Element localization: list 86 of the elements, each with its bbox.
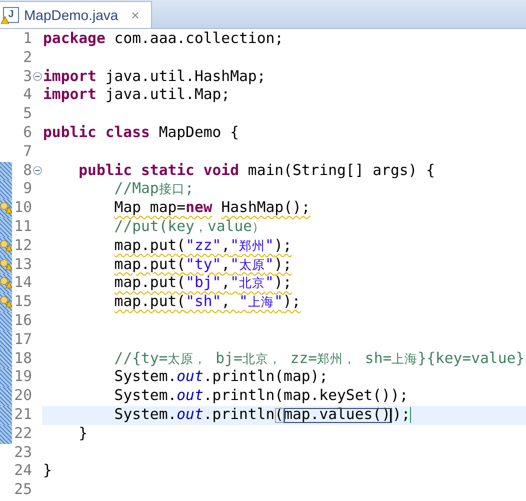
warning-string-text: "bj" [186,276,222,292]
warning-icon [0,296,12,308]
code-text: } [78,426,88,442]
field-text: out [176,389,204,404]
warning-icon [0,258,12,271]
code-text: ); [392,408,410,423]
warning-code-text: , [221,295,232,310]
line-number: 13 [14,258,32,272]
line-number: 10 [14,201,32,216]
line-number: 12 [14,238,32,254]
line-number: 21 [14,408,32,423]
warning-code-text: Map map= [114,201,186,216]
warning-icon [0,202,12,214]
text-cursor [410,407,412,424]
warning-code-text: map.put( [114,295,186,310]
code-text: .println [203,408,275,423]
comment-text: //Map接口; [114,182,194,198]
warning-keyword-text: new [186,201,212,216]
warning-icon [0,240,12,252]
field-text: out [176,370,204,386]
code-text: java.util.Map; [105,88,230,104]
code-text: System. [114,370,177,386]
warning-code-text: HashMap(); [221,201,310,216]
line-number: 25 [14,483,32,498]
warning-code-text: map.put( [114,238,186,254]
warning-string-text: "ty" [186,258,222,272]
line-number: 5 [23,107,32,122]
line-number: 19 [14,370,32,386]
line-number: 7 [23,144,32,160]
keyword-text: import [43,70,96,84]
comment-text: //put(key，value） [114,220,266,235]
line-number: 1 [23,32,32,47]
code-text: System. [114,389,177,404]
keyword-text: import [43,88,96,104]
code-text: System. [114,408,177,423]
warning-code-text: ); [274,276,292,292]
code-text: java.util.HashMap; [105,70,266,84]
warning-string-text: "北京" [230,276,274,292]
line-number: 22 [14,426,32,442]
keyword-text: public static void [78,164,239,178]
warning-code-text: , [221,276,230,292]
bracket-match-highlight: map.values() [284,408,392,423]
line-number: 14 [14,276,32,292]
keyword-text: package [43,32,106,47]
warning-code-text: , [221,258,230,272]
line-number: 23 [14,446,32,460]
line-number: 4 [23,88,32,104]
editor-tab[interactable]: J MapDemo.java × [0,1,152,28]
warning-string-text: "上海" [239,295,283,310]
warning-code-text: ); [282,295,301,310]
warning-string-text: "太原" [230,258,274,272]
code-text: MapDemo { [158,126,240,141]
warning-code-text: , [221,238,230,254]
line-number: 3 [23,70,32,84]
line-number: 2 [23,50,32,66]
tab-title: MapDemo.java [24,6,118,25]
code-text: .println(map.keySet()); [203,389,408,404]
warning-icon [0,277,12,290]
code-text: com.aaa.collection; [114,32,284,47]
line-number: 24 [14,464,32,480]
warning-code-text: map.put( [114,276,186,292]
field-text: out [176,408,204,423]
warning-code-text: ); [274,238,292,254]
line-number: 18 [14,352,32,366]
line-number: 9 [23,182,32,198]
code-text: main(String[] args) { [248,164,435,178]
java-file-warning-icon: J [3,7,19,23]
close-button[interactable]: × [131,4,140,26]
line-number: 8 [23,164,32,178]
comment-text: //{ty=太原， bj=北京， zz=郑州， sh=上海}{key=value} [114,352,525,366]
line-number: 17 [14,332,32,348]
keyword-text: public class [43,126,150,141]
line-number: 6 [23,126,32,141]
collapse-icon[interactable] [32,72,42,82]
line-number: 11 [14,220,32,235]
code-text: } [43,464,52,480]
warning-code-text: ); [274,258,292,272]
code-text: .println(map); [203,370,328,386]
line-number: 16 [14,314,32,329]
warning-code-text: map.put( [114,258,186,272]
collapse-icon[interactable] [32,166,42,176]
line-number: 15 [14,295,32,310]
warning-string-text: "zz" [186,238,222,254]
line-number: 20 [14,389,32,404]
warning-string-text: "sh" [186,295,222,310]
warning-string-text: "郑州" [230,238,274,254]
